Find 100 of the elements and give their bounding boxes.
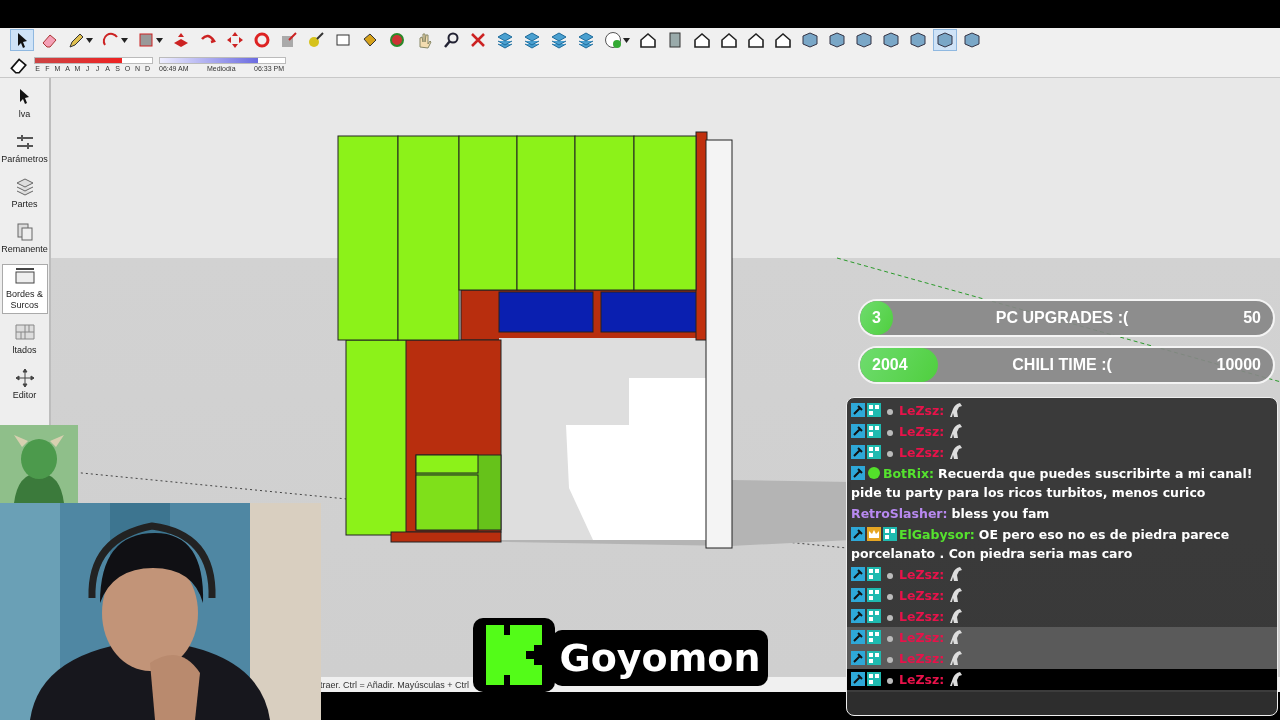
text-icon[interactable] — [334, 31, 352, 49]
cube-icon[interactable] — [882, 31, 900, 49]
time-slider[interactable] — [159, 57, 286, 64]
sidebar-item[interactable]: Parámetros — [1, 129, 48, 168]
chat-message: LeZsz: — [847, 627, 1277, 648]
chat-message: LeZsz: — [847, 442, 1277, 463]
layers-icon[interactable] — [550, 31, 568, 49]
verified-icon — [867, 466, 881, 480]
crown-badge-icon — [867, 527, 881, 541]
caret-icon — [121, 37, 128, 43]
gift-badge-icon — [867, 630, 881, 644]
house-icon[interactable] — [693, 31, 711, 49]
hammer-badge-icon — [851, 403, 865, 417]
hammer-badge-icon — [851, 588, 865, 602]
month-slider[interactable] — [34, 57, 153, 64]
cube-icon[interactable] — [855, 31, 873, 49]
gift-badge-icon — [867, 424, 881, 438]
house-icon[interactable] — [747, 31, 765, 49]
push-pull-icon[interactable] — [172, 31, 190, 49]
chat-message: LeZsz: — [847, 400, 1277, 421]
house-icon[interactable] — [639, 31, 657, 49]
rectangle-icon[interactable] — [137, 31, 155, 49]
emote-icon — [948, 650, 965, 666]
chat-message: LeZsz: — [847, 606, 1277, 627]
goal-current: 3 — [872, 309, 881, 327]
hammer-badge-icon — [851, 609, 865, 623]
layers-icon[interactable] — [523, 31, 541, 49]
sidebar-item[interactable]: ltados — [1, 320, 48, 359]
move-icon[interactable] — [226, 31, 244, 49]
house-icon[interactable] — [720, 31, 738, 49]
emote-icon — [948, 402, 965, 418]
rotate-icon[interactable] — [253, 31, 271, 49]
sidebar-item[interactable]: Partes — [1, 174, 48, 213]
paint-bucket-icon[interactable] — [361, 31, 379, 49]
layers-icon[interactable] — [577, 31, 595, 49]
cube-icon[interactable] — [963, 31, 981, 49]
cube-icon[interactable] — [828, 31, 846, 49]
cube-icon[interactable] — [936, 31, 954, 49]
sidebar-item[interactable]: Bordes & Surcos — [1, 264, 48, 314]
hammer-badge-icon — [851, 630, 865, 644]
emote-icon — [948, 629, 965, 645]
gift-badge-icon — [867, 403, 881, 417]
orbit-icon[interactable] — [388, 31, 406, 49]
sidebar-item[interactable]: lva — [1, 84, 48, 123]
chat-message: LeZsz: — [847, 648, 1277, 669]
cabinet-icon[interactable] — [666, 31, 684, 49]
gift-badge-icon — [867, 445, 881, 459]
kick-logo-icon — [486, 625, 542, 685]
chat-message: LeZsz: — [847, 564, 1277, 585]
layers-icon[interactable] — [496, 31, 514, 49]
layers-icon — [14, 177, 35, 197]
panel-icon — [14, 267, 35, 287]
goal-title: PC UPGRADES :( — [995, 309, 1129, 327]
emote-icon — [948, 444, 965, 460]
sidebar-item[interactable]: Remanente — [1, 219, 48, 258]
cube-icon[interactable] — [801, 31, 819, 49]
sliders-icon — [14, 132, 35, 152]
emote-icon — [948, 423, 965, 439]
emote-icon — [948, 608, 965, 624]
status-text: traer. Ctrl = Añadir. Mayúsculas + Ctrl — [320, 679, 470, 690]
chat-message: LeZsz: — [847, 669, 1277, 690]
chat-message: LeZsz: — [847, 585, 1277, 606]
gift-badge-icon — [867, 651, 881, 665]
hammer-badge-icon — [851, 527, 865, 541]
hammer-badge-icon — [851, 424, 865, 438]
pencil-icon[interactable] — [67, 31, 85, 49]
goal-current: 2004 — [872, 356, 908, 374]
goal-target: 10000 — [1216, 356, 1261, 374]
zoom-icon[interactable] — [442, 31, 460, 49]
house-icon[interactable] — [774, 31, 792, 49]
emote-icon — [948, 566, 965, 582]
hammer-badge-icon — [851, 567, 865, 581]
chat-message: ElGabysor: OE pero eso no es de piedra parece porcelanato . Con piedra seria mas caro — [850, 526, 1231, 563]
profile-icon[interactable] — [604, 31, 622, 49]
hammer-badge-icon — [851, 672, 865, 686]
gift-badge-icon — [867, 672, 881, 686]
hammer-badge-icon — [851, 445, 865, 459]
copy-icon — [14, 222, 35, 242]
cube-icon[interactable] — [909, 31, 927, 49]
chat-message: LeZsz: — [847, 421, 1277, 442]
gift-badge-icon — [867, 567, 881, 581]
caret-icon — [86, 37, 93, 43]
chat-message: RetroSlasher: bless you fam — [850, 505, 1051, 523]
channel-name: Goyomon — [552, 630, 768, 686]
hammer-badge-icon — [851, 651, 865, 665]
goal-title: CHILI TIME :( — [1012, 356, 1112, 374]
gift-badge-icon — [883, 527, 897, 541]
gift-badge-icon — [867, 609, 881, 623]
gift-badge-icon — [867, 588, 881, 602]
zoom-extents-icon[interactable] — [469, 31, 487, 49]
grid-icon — [14, 323, 35, 343]
emote-icon — [948, 671, 965, 687]
goal-target: 50 — [1243, 309, 1261, 327]
sidebar-item[interactable]: Editor — [1, 365, 48, 404]
tape-measure-icon[interactable] — [307, 31, 325, 49]
move-icon — [14, 368, 35, 388]
caret-icon — [156, 37, 163, 43]
caret-icon — [623, 37, 630, 43]
scale-icon[interactable] — [280, 31, 298, 49]
emote-icon — [948, 587, 965, 603]
